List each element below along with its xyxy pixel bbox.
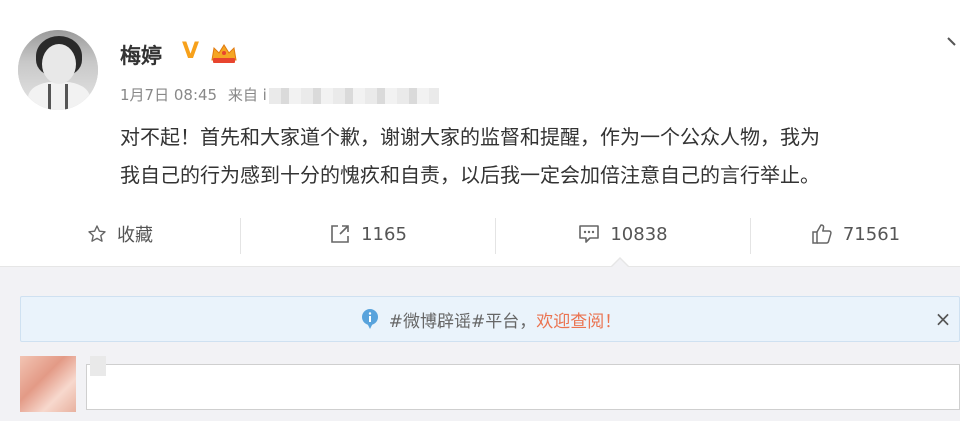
- author-avatar[interactable]: [18, 30, 98, 110]
- notice-text: #微博辟谣#平台，: [388, 311, 537, 332]
- favorite-label: 收藏: [117, 225, 153, 246]
- crown-icon[interactable]: [210, 42, 238, 64]
- post-content-line: 对不起！首先和大家道个歉，谢谢大家的监督和提醒，作为一个公众人物，我为: [120, 125, 820, 149]
- repost-button[interactable]: 1165: [241, 208, 495, 260]
- post-source: 来自 i: [227, 86, 267, 104]
- close-icon[interactable]: ×: [933, 309, 953, 329]
- like-button[interactable]: 71561: [751, 208, 960, 260]
- post-content: 对不起！首先和大家道个歉，谢谢大家的监督和提醒，作为一个公众人物，我为 我自己的…: [120, 118, 960, 194]
- chevron-down-icon[interactable]: [944, 30, 960, 52]
- comment-count: 10838: [610, 223, 668, 245]
- post-meta: 1月7日 08:45 来自 i: [120, 84, 439, 105]
- star-icon: [88, 225, 106, 242]
- info-icon: [361, 309, 378, 329]
- weibo-post: 梅婷 V 1月7日 08:45 来自 i 对不起！首先和大家道个歉，谢谢大家的监…: [0, 0, 960, 200]
- like-count: 71561: [842, 223, 901, 245]
- author-name[interactable]: 梅婷: [120, 40, 162, 70]
- favorite-button[interactable]: 收藏: [0, 208, 240, 260]
- repost-count: 1165: [361, 223, 407, 245]
- blurred-source: [268, 87, 439, 104]
- comment-icon: [579, 225, 600, 243]
- comment-button[interactable]: 10838: [496, 208, 750, 260]
- notice-link[interactable]: 欢迎查阅！: [536, 307, 621, 332]
- repost-icon: [331, 225, 349, 243]
- comment-input[interactable]: [86, 364, 960, 410]
- post-content-line: 我自己的行为感到十分的愧疚和自责，以后我一定会加倍注意自己的言行举止。: [120, 163, 820, 187]
- rumor-notice-banner: #微博辟谣#平台， 欢迎查阅！ ×: [20, 296, 960, 342]
- like-icon: [812, 224, 832, 244]
- verified-icon: V: [182, 39, 200, 64]
- action-bar: 收藏 1165 10838 71561: [0, 208, 960, 260]
- post-date[interactable]: 1月7日 08:45: [120, 86, 217, 104]
- user-avatar: [20, 356, 76, 412]
- blurred-region: [90, 356, 106, 376]
